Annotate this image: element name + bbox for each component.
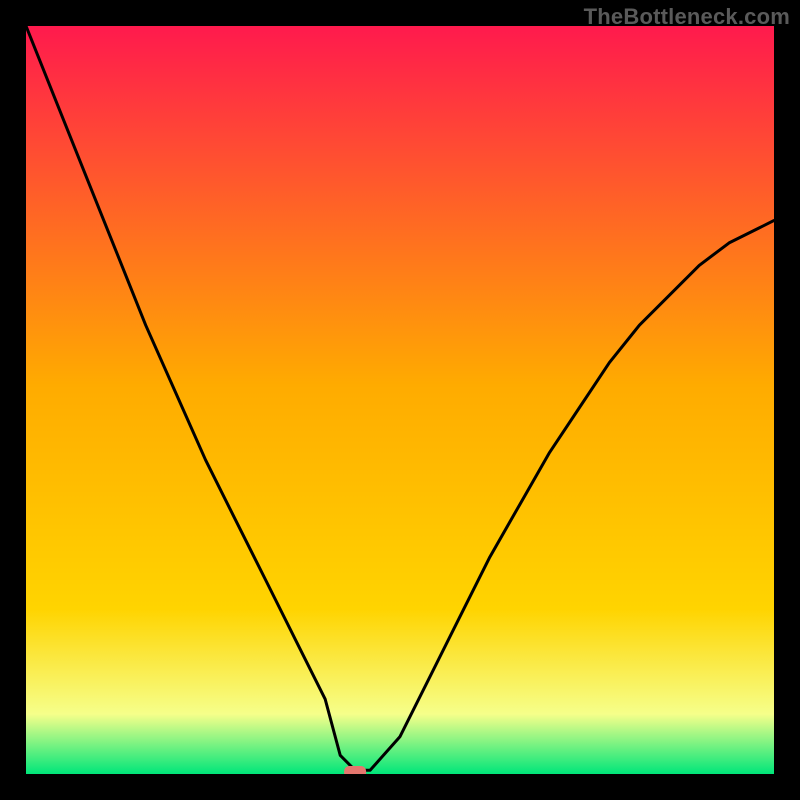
gradient-background [26,26,774,774]
minimum-marker [344,766,366,774]
chart-frame: TheBottleneck.com [0,0,800,800]
plot-area [26,26,774,774]
chart-svg [26,26,774,774]
watermark-text: TheBottleneck.com [584,4,790,30]
